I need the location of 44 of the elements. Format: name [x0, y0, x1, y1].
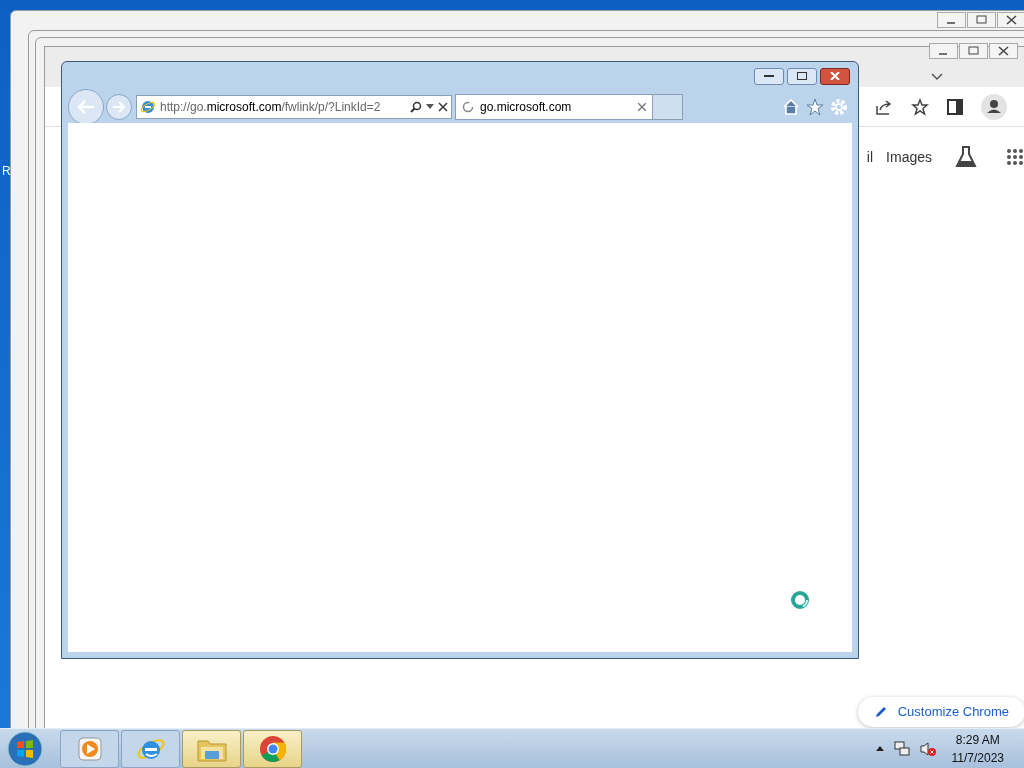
stop-icon[interactable] [438, 101, 448, 112]
taskbar-app[interactable] [121, 729, 180, 768]
chrome-logo-icon [257, 733, 288, 764]
speaker-muted-icon[interactable] [919, 740, 936, 757]
show-hidden-icons-icon[interactable] [875, 746, 884, 751]
taskbar-app[interactable] [243, 729, 302, 768]
tab-title: go.microsoft.com [480, 98, 572, 116]
close-tab-icon[interactable] [638, 102, 646, 111]
share-icon[interactable] [875, 97, 893, 116]
desktop-icon-label: R [2, 163, 11, 180]
close-icon [830, 72, 840, 80]
address-bar[interactable]: http://go.microsoft.com/fwlink/p/?LinkId=2 [136, 94, 452, 119]
minimize-button[interactable] [754, 67, 784, 85]
star-icon[interactable] [911, 97, 929, 116]
star-icon[interactable] [806, 97, 824, 116]
window-controls-icon[interactable] [929, 43, 1019, 59]
profile-icon[interactable] [981, 93, 1007, 120]
clock-date: 11/7/2023 [951, 749, 1004, 767]
pencil-icon [873, 705, 888, 719]
clock-time: 8:29 AM [955, 731, 1000, 749]
play-icon [76, 735, 103, 762]
browser-tab[interactable]: go.microsoft.com [455, 93, 653, 120]
search-icon[interactable] [410, 100, 422, 113]
side-panel-icon[interactable] [947, 98, 963, 115]
arrow-left-icon [76, 98, 96, 115]
page-e-icon [140, 98, 156, 115]
apps-grid-icon[interactable] [1006, 148, 1024, 166]
customize-chrome-button[interactable]: Customize Chrome [857, 697, 1024, 727]
network-icon[interactable] [893, 740, 910, 757]
nav-link[interactable]: il [866, 146, 874, 168]
home-icon[interactable] [782, 97, 800, 116]
restore-button[interactable] [787, 67, 817, 85]
close-button[interactable] [820, 67, 850, 85]
windows-logo-icon [7, 730, 43, 767]
minimize-icon [764, 74, 774, 78]
chevron-down-icon[interactable] [931, 73, 943, 81]
dropdown-icon[interactable] [426, 104, 434, 109]
nav-link[interactable]: Images [886, 146, 932, 168]
loading-spinner-icon [462, 100, 474, 113]
flask-icon[interactable] [955, 145, 977, 169]
address-text: http://go.microsoft.com/fwlink/p/?LinkId=2 [160, 98, 381, 116]
window-controls-icon[interactable] [937, 12, 1024, 28]
restore-icon [797, 72, 807, 80]
arrow-right-icon [112, 100, 126, 113]
